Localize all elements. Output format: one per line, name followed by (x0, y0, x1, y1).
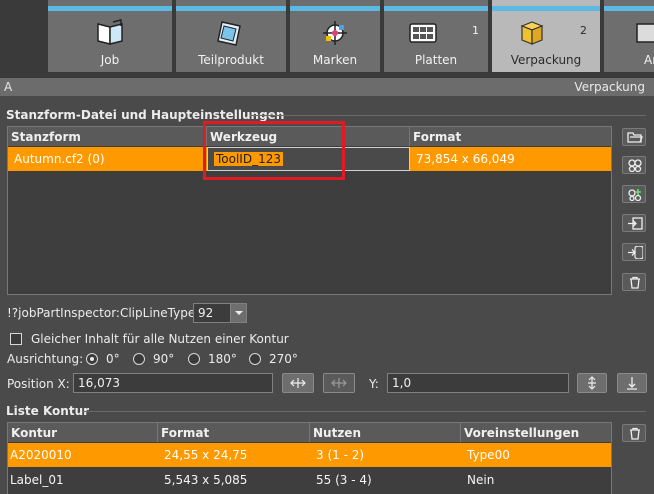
arrows-vertical-icon (588, 376, 596, 390)
cell-nutzen: 55 (3 - 4) (316, 473, 372, 487)
tab-stripe (176, 6, 286, 11)
tab-label: An (644, 53, 654, 67)
align-bottom-button[interactable] (617, 373, 647, 393)
tab-label: Marken (312, 53, 358, 67)
tab-stripe (492, 6, 600, 11)
clip-line-type-value: 92 (198, 306, 214, 320)
tab-marken[interactable]: Marken (290, 0, 380, 72)
cell-stanzform: Autumn.cf2 (0) (14, 152, 105, 166)
tab-label: Teilprodukt (198, 53, 264, 67)
clip-line-type-select[interactable]: 92 (193, 303, 247, 323)
job-icon (97, 19, 123, 45)
center-vertical-button[interactable] (577, 373, 607, 393)
tab-label: Job (100, 53, 120, 67)
mirror-horizontal-button[interactable] (323, 373, 355, 393)
tab-count-badge: 1 (472, 24, 479, 37)
chevron-down-icon (230, 304, 246, 322)
section-title-kontur: Liste Kontur (6, 404, 90, 418)
orientation-180-label: 180° (208, 352, 237, 366)
table-row[interactable]: Label_01 5,543 x 5,085 55 (3 - 4) Nein (8, 468, 611, 492)
column-header-format[interactable]: Format (410, 127, 611, 146)
cell-kontur: A2020010 (10, 448, 72, 462)
cell-format: 5,543 x 5,085 (164, 473, 248, 487)
workflow-tab-bar: Job Teilprodukt Marken 1 Platten 2 Verpa… (0, 0, 654, 78)
tab-verpackung[interactable]: 2 Verpackung (492, 0, 600, 72)
orientation-270-label: 270° (269, 352, 298, 366)
column-header-kontur[interactable]: Kontur (8, 423, 158, 442)
marks-icon (323, 21, 347, 45)
export-icon (628, 246, 643, 259)
clip-line-type-label: !?jobPartInspector:ClipLineType (7, 306, 196, 320)
add-layout-button[interactable] (622, 185, 646, 203)
cell-format: 73,854 x 66,049 (416, 152, 515, 166)
orientation-label: Ausrichtung: (7, 352, 84, 366)
tab-stripe (384, 6, 488, 11)
tab-job[interactable]: Job (48, 0, 172, 72)
orientation-90-label: 90° (153, 352, 175, 366)
kontur-table: Kontur Format Nutzen Voreinstellungen A2… (7, 422, 612, 494)
tab-stripe (290, 6, 380, 11)
delete-dieform-button[interactable] (622, 273, 646, 291)
open-dieform-button[interactable] (622, 128, 646, 146)
orientation-180-radio[interactable] (188, 353, 200, 365)
cell-voreinstellungen: Type00 (467, 448, 510, 462)
tab-label: Verpackung (510, 53, 582, 67)
table-row[interactable]: A2020010 24,55 x 24,75 3 (1 - 2) Type00 (8, 443, 611, 467)
import-icon (628, 217, 643, 230)
orientation-0-label: 0° (106, 352, 120, 366)
cell-voreinstellungen: Nein (467, 473, 495, 487)
trash-icon (630, 427, 640, 440)
delete-kontur-button[interactable] (622, 424, 646, 442)
center-horizontal-button[interactable] (282, 373, 314, 393)
panel-header-title: Verpackung (574, 80, 645, 94)
position-x-input[interactable]: 16,073 (73, 373, 273, 393)
section-title-stanzform: Stanzform-Datei und Haupteinstellungen (6, 108, 285, 122)
tab-teilprodukt[interactable]: Teilprodukt (176, 0, 286, 72)
tab-count-badge: 2 (580, 24, 587, 37)
trash-icon (630, 276, 640, 289)
position-y-input[interactable]: 1,0 (387, 373, 569, 393)
layout-icon (628, 159, 642, 172)
same-content-checkbox[interactable] (10, 333, 22, 345)
export-button[interactable] (622, 243, 646, 261)
packaging-icon (520, 21, 544, 45)
position-y-label: Y: (369, 377, 379, 391)
align-bottom-icon (627, 377, 637, 390)
part-product-icon (217, 21, 241, 46)
orientation-270-radio[interactable] (249, 353, 261, 365)
panel-header: A Verpackung (0, 78, 654, 96)
tab-stripe (48, 6, 172, 11)
section-divider (250, 115, 646, 116)
column-header-voreinstellungen[interactable]: Voreinstellungen (461, 423, 611, 442)
cell-format: 24,55 x 24,75 (164, 448, 248, 462)
tab-stripe (604, 6, 654, 11)
tab-next[interactable]: An (604, 0, 654, 72)
arrows-horizontal-icon (290, 378, 306, 388)
column-header-stanzform[interactable]: Stanzform (8, 127, 207, 146)
dieform-layout-button[interactable] (622, 156, 646, 174)
highlight-box (203, 121, 345, 180)
panel-header-left: A (4, 80, 13, 94)
orientation-90-radio[interactable] (133, 353, 145, 365)
import-button[interactable] (622, 214, 646, 232)
column-header-nutzen[interactable]: Nutzen (310, 423, 461, 442)
position-x-label: Position X: (7, 377, 70, 391)
same-content-label: Gleicher Inhalt für alle Nutzen einer Ko… (31, 332, 289, 346)
column-header-kontur-format[interactable]: Format (158, 423, 310, 442)
cell-kontur: Label_01 (10, 473, 64, 487)
mirror-horizontal-icon (331, 378, 347, 388)
add-layout-icon (628, 189, 642, 201)
folder-open-icon (627, 132, 643, 143)
tab-label: Platten (414, 53, 458, 67)
tab-platten[interactable]: 1 Platten (384, 0, 488, 72)
plates-icon (409, 23, 437, 43)
next-icon (636, 23, 654, 43)
section-divider (82, 411, 646, 412)
orientation-0-radio[interactable] (86, 353, 98, 365)
cell-nutzen: 3 (1 - 2) (316, 448, 365, 462)
